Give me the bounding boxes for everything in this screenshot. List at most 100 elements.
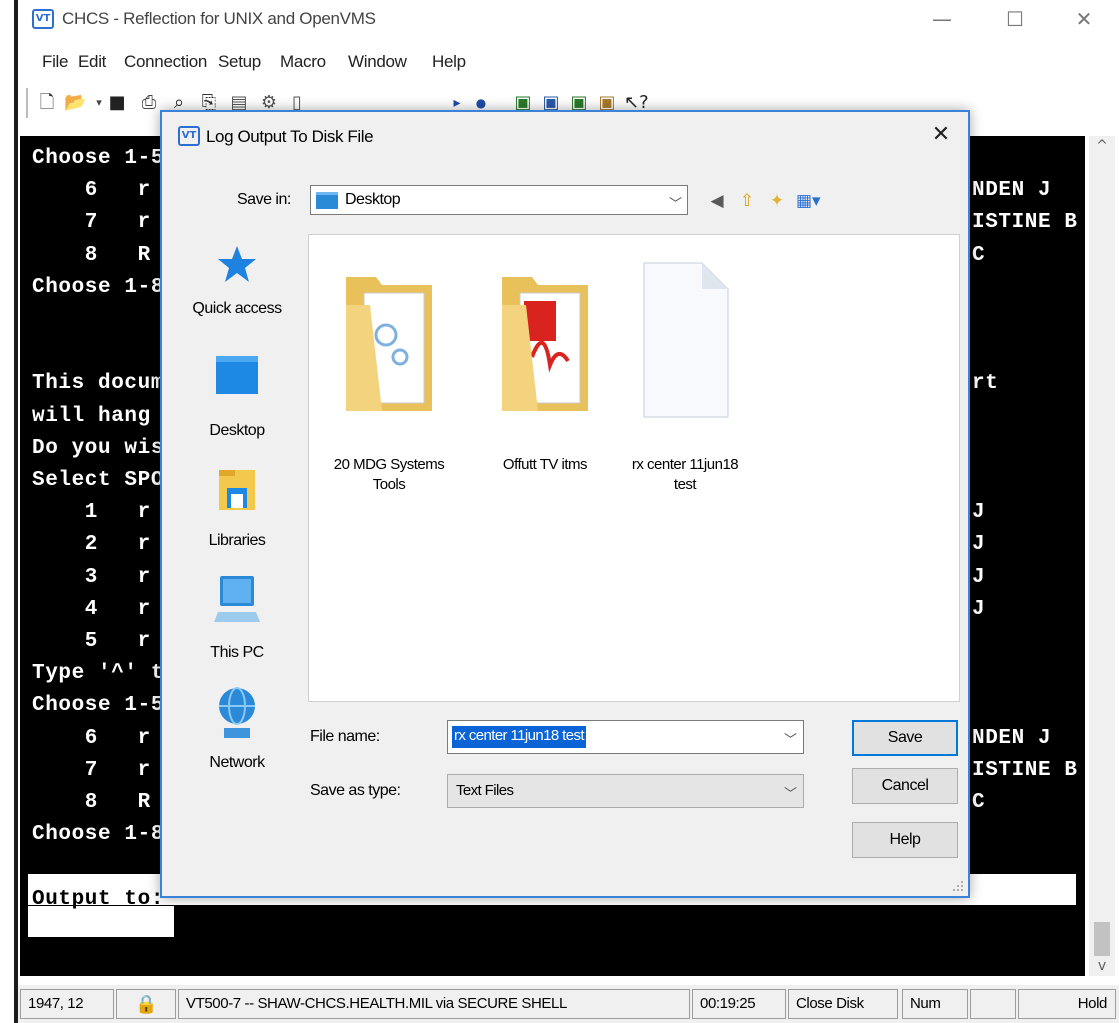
scroll-up-icon[interactable]: ^ <box>1089 138 1115 158</box>
cancel-button[interactable]: Cancel <box>852 768 958 804</box>
save-in-value: Desktop <box>345 191 401 208</box>
terminal-line: 6 r <box>32 726 151 750</box>
lock-icon: 🔒 <box>116 989 176 1019</box>
terminal-line-right: J <box>972 597 986 621</box>
save-as-type-value: Text Files <box>456 782 514 799</box>
vt-dialog-icon: VT <box>178 126 200 146</box>
up-folder-icon[interactable]: ⇧ <box>736 190 758 212</box>
dialog-title: Log Output To Disk File <box>206 127 374 146</box>
vt-app-icon: VT <box>32 9 54 29</box>
terminal-line: Choose 1-8 <box>32 823 165 847</box>
file-name-label: File name: <box>310 728 380 745</box>
file-item-folder[interactable]: Offutt TV itms <box>475 259 615 509</box>
save-icon[interactable]: ■ <box>106 92 128 114</box>
terminal-line: This docum <box>32 372 165 396</box>
cursor-position: 1947, 12 <box>20 989 114 1019</box>
view-menu-icon[interactable]: ▦▾ <box>796 190 821 212</box>
scroll-thumb[interactable] <box>1094 922 1110 956</box>
back-icon[interactable]: ◀ <box>706 190 728 212</box>
terminal-line: Choose 1-5 <box>32 147 165 170</box>
network-icon <box>219 687 255 738</box>
terminal-line: 4 r <box>32 597 151 621</box>
close-disk-status[interactable]: Close Disk <box>788 989 898 1019</box>
terminal-line-right: ISTINE B <box>972 211 1078 235</box>
vertical-scrollbar[interactable]: ^ v <box>1089 136 1115 976</box>
chevron-down-icon[interactable]: ﹀ <box>784 729 797 748</box>
terminal-line: Do you wis <box>32 436 165 460</box>
terminal-line-right: C <box>972 243 986 267</box>
maximize-button[interactable]: ☐ <box>995 4 1035 34</box>
menu-file[interactable]: File <box>42 52 69 72</box>
log-output-dialog: VT Log Output To Disk File ✕ Save in: De… <box>160 110 970 898</box>
new-icon[interactable]: 🗋 <box>36 92 58 114</box>
terminal-line-right: ISTINE B <box>972 758 1078 782</box>
terminal-line: 8 R <box>32 791 151 814</box>
terminal-line-right: C <box>972 791 986 814</box>
terminal-line-right: J <box>972 565 986 589</box>
save-in-dropdown[interactable]: Desktop ﹀ <box>310 185 688 215</box>
menu-connection[interactable]: Connection <box>124 52 207 72</box>
terminal-line: will hang <box>32 404 151 428</box>
place-quick-access[interactable]: Quick access <box>178 244 296 344</box>
terminal-line-right: NDEN J <box>972 179 1052 203</box>
file-name: Offutt TV itms <box>475 455 615 475</box>
menu-help[interactable]: Help <box>432 52 466 72</box>
place-label: Desktop <box>209 422 265 439</box>
close-button[interactable]: ✕ <box>1064 4 1104 34</box>
place-libraries[interactable]: Libraries <box>178 466 296 566</box>
terminal-line: 6 r <box>32 179 151 203</box>
terminal-line-right: J <box>972 533 986 557</box>
terminal-line: Choose 1-8 <box>32 275 165 299</box>
file-item-text[interactable]: rx center 11jun18 test <box>615 259 755 509</box>
terminal-line-right: NDEN J <box>972 726 1052 750</box>
save-as-type-label: Save as type: <box>310 782 401 799</box>
desktop-folder-icon <box>316 192 338 209</box>
terminal-line: Choose 1-5 <box>32 694 165 718</box>
file-name: rx center 11jun18 test <box>615 455 755 495</box>
save-button[interactable]: Save <box>852 720 958 756</box>
file-name-line: 20 MDG Systems <box>333 456 445 473</box>
save-in-label: Save in: <box>237 191 291 208</box>
chevron-down-icon: ﹀ <box>784 787 798 802</box>
num-lock-status: Num <box>902 989 968 1019</box>
terminal-line: Number of <box>32 855 165 879</box>
file-list[interactable]: 20 MDG Systems Tools Offutt TV itms rx c… <box>308 234 960 702</box>
open-icon[interactable]: 📂 <box>64 92 86 114</box>
scroll-down-icon[interactable]: v <box>1089 958 1115 978</box>
menu-edit[interactable]: Edit <box>78 52 106 72</box>
window-title: CHCS - Reflection for UNIX and OpenVMS <box>62 9 376 28</box>
status-bar: 1947, 12 🔒 VT500-7 -- SHAW-CHCS.HEALTH.M… <box>18 985 1119 1023</box>
terminal-line: Output to: <box>32 887 165 911</box>
places-bar: Quick access Desktop Libraries This PC N… <box>178 234 296 771</box>
title-bar: VT CHCS - Reflection for UNIX and OpenVM… <box>18 0 1119 40</box>
place-desktop[interactable]: Desktop <box>178 354 296 454</box>
terminal-line: 5 r <box>32 630 151 653</box>
save-as-type-dropdown[interactable]: Text Files ﹀ <box>447 774 804 808</box>
menu-macro[interactable]: Macro <box>280 52 326 72</box>
menu-window[interactable]: Window <box>348 52 407 72</box>
libraries-icon <box>219 470 255 510</box>
place-label: Quick access <box>192 300 282 317</box>
file-name-line: Tools <box>372 476 406 493</box>
elapsed-time: 00:19:25 <box>692 989 786 1019</box>
file-name-line: Offutt TV itms <box>502 456 588 473</box>
place-this-pc[interactable]: This PC <box>178 574 296 674</box>
chevron-down-icon: ﹀ <box>669 197 683 212</box>
menu-setup[interactable]: Setup <box>218 52 261 72</box>
file-name-combo[interactable]: rx center 11jun18 test ﹀ <box>447 720 804 754</box>
terminal-line: Type '^' t <box>32 662 165 686</box>
resize-grip-icon[interactable] <box>952 880 964 892</box>
new-folder-icon[interactable]: ✦ <box>766 190 788 212</box>
menu-bar: File Edit Connection Setup Macro Window … <box>18 48 1119 78</box>
terminal-line: 7 r <box>32 758 151 782</box>
place-label: Network <box>209 754 265 771</box>
file-name: 20 MDG Systems Tools <box>319 455 459 495</box>
window-left-edge <box>14 0 18 1023</box>
file-item-folder[interactable]: 20 MDG Systems Tools <box>319 259 459 509</box>
help-button[interactable]: Help <box>852 822 958 858</box>
print-icon[interactable]: ⎙ <box>138 92 160 114</box>
terminal-line: 8 R <box>32 243 151 267</box>
place-network[interactable]: Network <box>178 686 296 786</box>
minimize-button[interactable]: — <box>922 4 962 34</box>
dialog-close-button[interactable]: ✕ <box>926 120 956 150</box>
